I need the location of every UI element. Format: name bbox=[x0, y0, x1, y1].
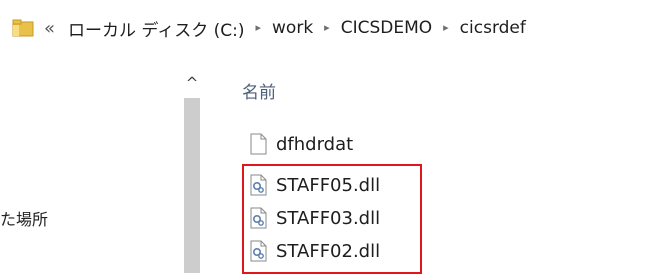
column-header-name[interactable]: 名前 bbox=[242, 78, 276, 103]
scrollbar-thumb[interactable] bbox=[184, 98, 200, 273]
dll-file-icon bbox=[248, 240, 268, 262]
file-list: 名前 dfhdrdat STAFF05.dll STAFF03.dll STAF… bbox=[206, 56, 662, 274]
breadcrumb-separator-icon[interactable]: ▸ bbox=[324, 21, 330, 34]
file-name: STAFF05.dll bbox=[276, 174, 381, 196]
breadcrumb-cicsdemo[interactable]: CICSDEMO bbox=[338, 18, 435, 38]
scroll-up-arrow-icon[interactable]: ^ bbox=[182, 74, 202, 92]
dll-file-icon bbox=[248, 207, 268, 229]
blank-file-icon bbox=[248, 133, 268, 155]
breadcrumb-cicsrdef[interactable]: cicsrdef bbox=[457, 18, 529, 38]
file-name: STAFF03.dll bbox=[276, 207, 381, 229]
breadcrumb-local-disk[interactable]: ローカル ディスク (C:) bbox=[65, 16, 247, 41]
file-row-staff02[interactable]: STAFF02.dll bbox=[248, 237, 380, 265]
file-name: STAFF02.dll bbox=[276, 240, 381, 262]
file-row-staff03[interactable]: STAFF03.dll bbox=[248, 204, 380, 232]
file-row-dfhdrdat[interactable]: dfhdrdat bbox=[248, 130, 353, 158]
nav-item-recent-places[interactable]: た場所 bbox=[0, 206, 48, 230]
navigation-pane: た場所 bbox=[0, 56, 178, 273]
breadcrumb-separator-icon[interactable]: ▸ bbox=[256, 21, 262, 34]
vertical-scrollbar[interactable]: ^ bbox=[178, 68, 206, 273]
dll-file-icon bbox=[248, 174, 268, 196]
file-name: dfhdrdat bbox=[276, 133, 354, 155]
file-row-staff05[interactable]: STAFF05.dll bbox=[248, 171, 380, 199]
folder-icon bbox=[12, 19, 34, 37]
breadcrumb-work[interactable]: work bbox=[269, 18, 316, 38]
overflow-chevron-icon[interactable]: « bbox=[44, 18, 55, 39]
breadcrumb-separator-icon[interactable]: ▸ bbox=[443, 21, 449, 34]
address-bar[interactable]: « ローカル ディスク (C:) ▸ work ▸ CICSDEMO ▸ cic… bbox=[0, 0, 662, 56]
